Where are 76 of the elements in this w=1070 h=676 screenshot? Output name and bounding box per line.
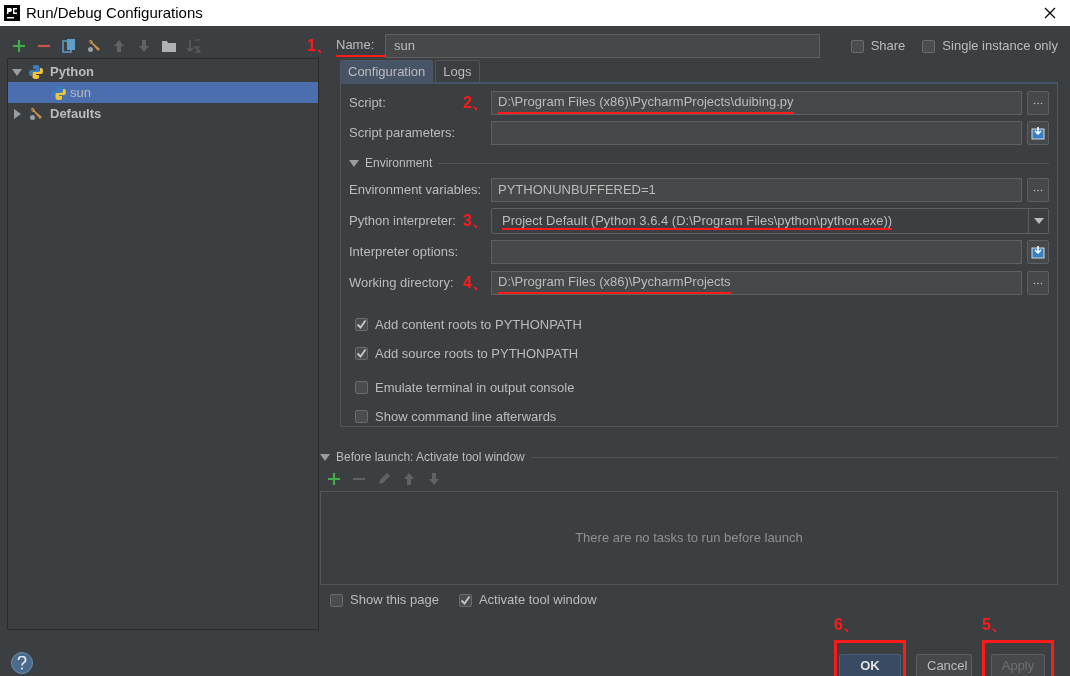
annotation-number: 2、 xyxy=(463,95,488,111)
checkbox[interactable] xyxy=(850,39,864,53)
text-field[interactable]: D:\Program Files (x86)\PycharmProjects xyxy=(491,271,1022,295)
interpreter-dropdown[interactable]: Project Default (Python 3.6.4 (D:\Program Files\python\python.exe)) xyxy=(491,208,1049,234)
add-icon[interactable] xyxy=(326,471,342,487)
ellipsis-icon xyxy=(1033,188,1043,192)
tab[interactable]: Configuration xyxy=(340,60,434,82)
tree-item[interactable]: Python xyxy=(8,61,318,82)
checkbox-label[interactable]: Show this page xyxy=(350,590,439,610)
checkbox-label[interactable]: Single instance only xyxy=(942,36,1058,56)
name-field[interactable]: sun xyxy=(385,34,820,58)
dialog-button[interactable]: OK xyxy=(839,654,901,676)
field-value: sun xyxy=(394,37,415,56)
section-title[interactable]: Before launch: Activate tool window xyxy=(336,448,525,466)
field-value: D:\Program Files (x86)\PycharmProjects\duibing.py xyxy=(498,92,794,114)
wrench-icon xyxy=(28,105,44,122)
checkbox-label[interactable]: Add content roots to PYTHONPATH xyxy=(375,314,582,335)
tab[interactable]: Logs xyxy=(435,60,480,82)
checkbox[interactable] xyxy=(355,347,368,360)
checkbox-label[interactable]: Add source roots to PYTHONPATH xyxy=(375,343,579,364)
browse-button[interactable] xyxy=(1027,178,1049,202)
checkbox[interactable] xyxy=(458,593,472,607)
ellipsis-icon xyxy=(1033,101,1043,105)
annotation-number: 1、 xyxy=(307,38,332,54)
copy-icon[interactable] xyxy=(61,38,77,54)
text-field[interactable] xyxy=(491,240,1022,264)
folder-icon[interactable] xyxy=(161,38,177,54)
checkbox[interactable] xyxy=(355,381,368,394)
tree-item[interactable]: Defaults xyxy=(8,103,318,124)
text-field[interactable]: PYTHONUNBUFFERED=1 xyxy=(491,178,1022,202)
expand-field-button[interactable] xyxy=(1027,240,1049,264)
collapse-arrow-icon[interactable] xyxy=(320,452,330,462)
checkbox-label[interactable]: Show command line afterwards xyxy=(375,406,557,427)
field-label: Script: xyxy=(349,94,386,112)
browse-button[interactable] xyxy=(1027,271,1049,295)
help-icon[interactable] xyxy=(11,652,33,674)
checkbox-label[interactable]: Emulate terminal in output console xyxy=(375,377,575,398)
text-field[interactable]: D:\Program Files (x86)\PycharmProjects\duibing.py xyxy=(491,91,1022,115)
dialog-button[interactable]: Cancel xyxy=(916,654,972,676)
expand-field-button[interactable] xyxy=(1027,121,1049,145)
checkbox[interactable] xyxy=(355,318,368,331)
text-field[interactable] xyxy=(491,121,1022,145)
checkbox[interactable] xyxy=(355,410,368,423)
field-value: Project Default (Python 3.6.4 (D:\Program Files\python\python.exe)) xyxy=(502,213,893,231)
collapse-arrow-icon[interactable] xyxy=(12,66,22,77)
add-icon[interactable] xyxy=(11,38,27,54)
download-icon xyxy=(1031,126,1045,140)
field-label: Environment variables: xyxy=(349,181,482,199)
ellipsis-icon xyxy=(1033,281,1043,285)
python-icon xyxy=(51,84,67,101)
field-label: Script parameters: xyxy=(349,124,456,142)
checkbox[interactable] xyxy=(922,39,936,53)
empty-list-text: There are no tasks to run before launch xyxy=(575,529,803,548)
expand-arrow-icon[interactable] xyxy=(12,108,22,119)
field-label: Working directory: xyxy=(349,274,454,292)
annotation-number: 3、 xyxy=(463,213,488,229)
annotation-number: 6、 xyxy=(834,616,859,633)
collapse-arrow-icon[interactable] xyxy=(349,158,359,168)
close-icon[interactable] xyxy=(1044,7,1056,19)
field-value: D:\Program Files (x86)\PycharmProjects xyxy=(498,272,731,294)
download-icon xyxy=(1031,245,1045,259)
checkbox[interactable] xyxy=(330,593,343,607)
field-label: Interpreter options: xyxy=(349,243,459,261)
dropdown-arrow-icon xyxy=(1033,218,1044,224)
checkbox-label[interactable]: Activate tool window xyxy=(478,590,597,610)
browse-button[interactable] xyxy=(1027,91,1049,115)
checkbox-label[interactable]: Share xyxy=(870,36,906,56)
window-title: Run/Debug Configurations xyxy=(26,2,204,23)
python-icon xyxy=(28,63,44,80)
field-label: Python interpreter: xyxy=(349,212,456,230)
annotation-number: 4、 xyxy=(463,275,488,291)
annotation-number: 5、 xyxy=(982,616,1007,633)
field-value: PYTHONUNBUFFERED=1 xyxy=(498,181,656,200)
section-title[interactable]: Environment xyxy=(365,154,433,172)
app-icon xyxy=(4,5,20,21)
wrench-icon[interactable] xyxy=(86,38,102,54)
